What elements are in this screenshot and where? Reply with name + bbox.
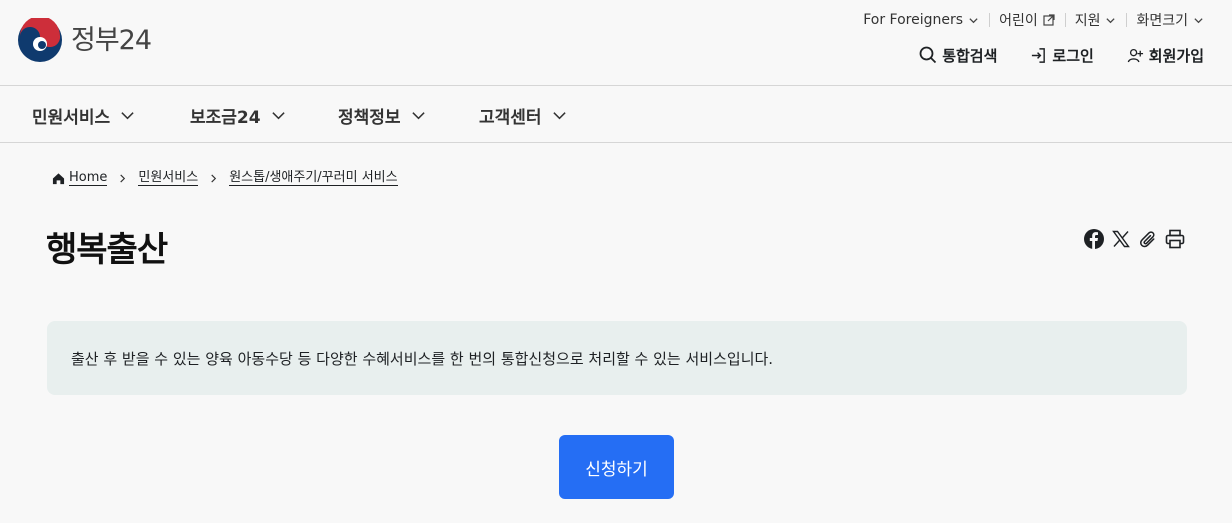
facebook-share-button[interactable]: [1083, 228, 1105, 250]
nav-label: 고객센터: [479, 107, 542, 128]
breadcrumb: Home 민원서비스 원스톱/생애주기/꾸러미 서비스: [52, 168, 398, 188]
print-button[interactable]: [1164, 228, 1186, 250]
service-description: 출산 후 받을 수 있는 양육 아동수당 등 다양한 수혜서비스를 한 번의 통…: [47, 321, 1187, 395]
logo[interactable]: 정부24: [18, 18, 152, 62]
chevron-down-icon: [1106, 17, 1116, 23]
nav-label: 민원서비스: [32, 107, 111, 128]
page-title: 행복출산: [46, 230, 168, 270]
share-toolbar: [1078, 228, 1186, 250]
signup-label: 회원가입: [1148, 46, 1204, 65]
copy-link-button[interactable]: [1137, 228, 1159, 250]
x-icon: [1112, 230, 1130, 248]
chevron-down-icon: [271, 111, 285, 119]
util-label: 지원: [1074, 13, 1101, 29]
nav-customer-center[interactable]: 고객센터: [479, 87, 567, 143]
logo-text: 정부24: [71, 24, 152, 56]
util-screen-size[interactable]: 화면크기: [1126, 10, 1204, 30]
print-icon: [1165, 229, 1185, 249]
util-kids[interactable]: 어린이: [989, 10, 1065, 30]
util-label: 화면크기: [1136, 13, 1188, 29]
utility-nav: For Foreigners 어린이 지원 화면크기: [853, 10, 1204, 30]
home-icon: [52, 172, 65, 184]
chevron-down-icon: [411, 111, 425, 119]
chevron-down-icon: [1194, 17, 1203, 23]
util-label: For Foreigners: [863, 12, 964, 28]
site-header: 정부24 For Foreigners 어린이 지원 화면크기 통합검색 로그인: [0, 0, 1232, 86]
breadcrumb-home-label: Home: [69, 170, 108, 186]
breadcrumb-home[interactable]: Home: [52, 170, 108, 186]
util-label: 어린이: [999, 13, 1038, 29]
link-icon: [1139, 230, 1155, 247]
chevron-down-icon: [121, 111, 134, 119]
signup-button[interactable]: 회원가입: [1127, 45, 1204, 66]
login-icon: [1032, 47, 1046, 63]
login-button[interactable]: 로그인: [1030, 45, 1094, 66]
chevron-down-icon: [969, 17, 978, 23]
nav-label: 정책정보: [338, 107, 401, 128]
user-add-icon: [1127, 48, 1143, 62]
nav-civil-services[interactable]: 민원서비스: [32, 87, 135, 143]
taegeuk-logo-icon: [18, 18, 62, 62]
nav-policy-info[interactable]: 정책정보: [338, 87, 426, 143]
apply-button[interactable]: 신청하기: [559, 435, 674, 499]
external-link-icon: [1043, 14, 1055, 26]
util-support[interactable]: 지원: [1064, 10, 1127, 30]
search-button[interactable]: 통합검색: [919, 45, 997, 66]
nav-label: 보조금24: [190, 107, 261, 128]
search-icon: [919, 46, 937, 64]
util-for-foreigners[interactable]: For Foreigners: [853, 12, 989, 28]
chevron-down-icon: [552, 111, 566, 119]
x-share-button[interactable]: [1110, 228, 1132, 250]
chevron-right-icon: [209, 173, 218, 183]
breadcrumb-civil-services[interactable]: 민원서비스: [138, 170, 199, 186]
breadcrumb-onestop[interactable]: 원스톱/생애주기/꾸러미 서비스: [229, 170, 398, 186]
facebook-icon: [1084, 229, 1104, 249]
nav-subsidy24[interactable]: 보조금24: [190, 87, 286, 143]
login-label: 로그인: [1052, 46, 1094, 65]
description-text: 출산 후 받을 수 있는 양육 아동수당 등 다양한 수혜서비스를 한 번의 통…: [71, 349, 774, 368]
header-actions: 통합검색 로그인 회원가입: [919, 44, 1204, 66]
search-label: 통합검색: [942, 46, 998, 65]
main-nav: 민원서비스 보조금24 정책정보 고객센터: [0, 87, 1232, 143]
chevron-right-icon: [118, 173, 127, 183]
